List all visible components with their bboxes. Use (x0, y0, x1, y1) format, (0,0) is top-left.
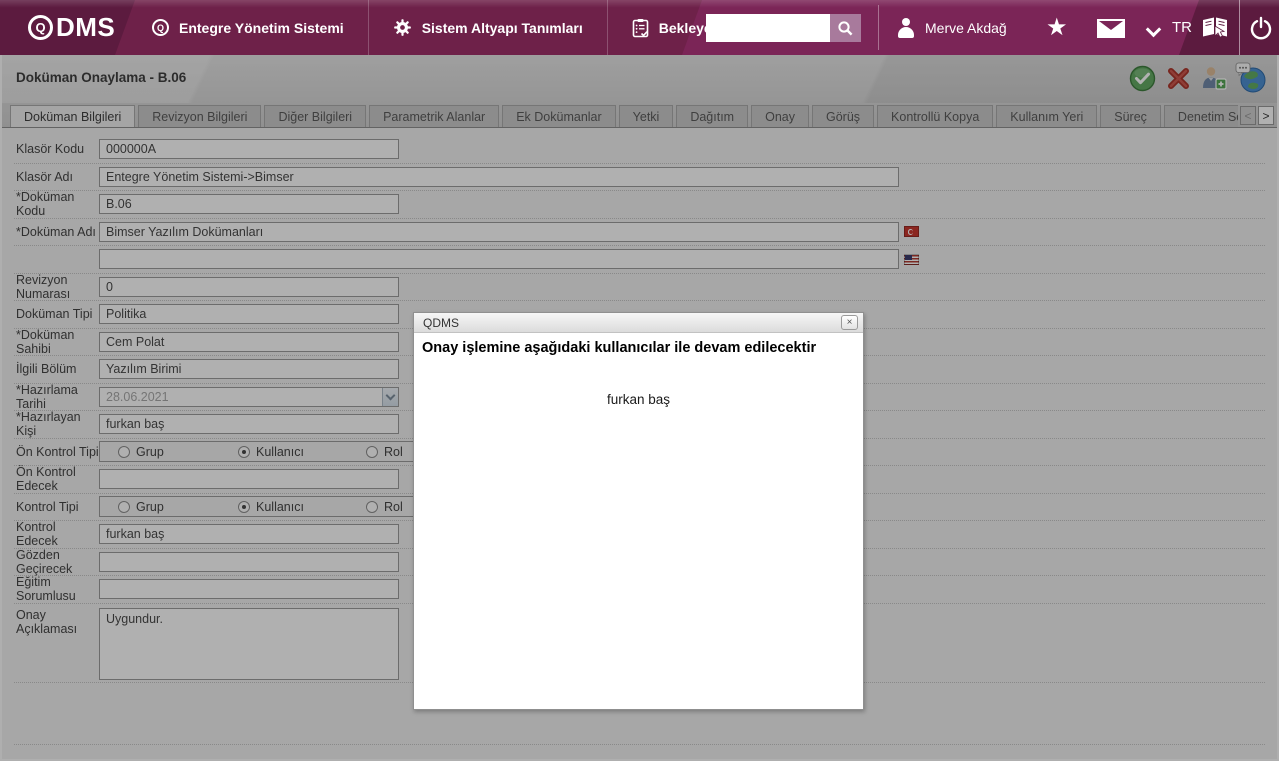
dialog-title-bar: QDMS × (414, 313, 863, 333)
chevron-down-icon[interactable] (1146, 22, 1162, 38)
clipboard-check-icon (632, 18, 649, 38)
help-book-icon[interactable] (1200, 13, 1230, 43)
qdms-app: Q DMS Q Entegre Yönetim Sistemi (0, 0, 1279, 761)
search-box (706, 14, 861, 42)
menu-item-entegre-yonetim-sistemi[interactable]: Q Entegre Yönetim Sistemi (128, 0, 368, 55)
gear-icon (393, 18, 412, 37)
search-input[interactable] (706, 14, 830, 42)
menu-label: Sistem Altyapı Tanımları (422, 20, 583, 36)
topbar-separator (1239, 0, 1240, 55)
user-name: Merve Akdağ (925, 20, 1007, 36)
user-menu[interactable]: Merve Akdağ (896, 0, 1007, 55)
topbar-separator (878, 5, 879, 50)
menu-label: Entegre Yönetim Sistemi (179, 20, 344, 36)
qdms-logo[interactable]: Q DMS (28, 0, 115, 55)
dialog-close-icon[interactable]: × (841, 315, 858, 330)
dialog-body: Onay işlemine aşağıdaki kullanıcılar ile… (414, 333, 863, 414)
language-selector[interactable]: TR (1172, 0, 1192, 55)
top-bar: Q DMS Q Entegre Yönetim Sistemi (0, 0, 1279, 55)
mail-icon[interactable] (1097, 19, 1125, 38)
dialog-user-list: furkan baş (422, 392, 855, 407)
user-icon (896, 18, 916, 38)
dialog-user: furkan baş (422, 392, 855, 407)
dialog-title: QDMS (423, 316, 459, 330)
top-menu: Q Entegre Yönetim Sistemi (128, 0, 793, 55)
qdms-confirmation-dialog: QDMS × Onay işlemine aşağıdaki kullanıcı… (413, 312, 864, 710)
dialog-message: Onay işlemine aşağıdaki kullanıcılar ile… (422, 340, 855, 356)
qdms-logo-text: DMS (56, 12, 115, 43)
power-icon[interactable] (1248, 15, 1274, 41)
menu-item-sistem-altyapi-tanimlari[interactable]: Sistem Altyapı Tanımları (368, 0, 607, 55)
favorites-star-icon[interactable]: ★ (1046, 0, 1068, 55)
search-button[interactable] (830, 14, 861, 42)
qdms-ring-icon: Q (152, 19, 169, 36)
qdms-logo-ring-icon: Q (28, 15, 53, 40)
search-icon (837, 20, 854, 37)
